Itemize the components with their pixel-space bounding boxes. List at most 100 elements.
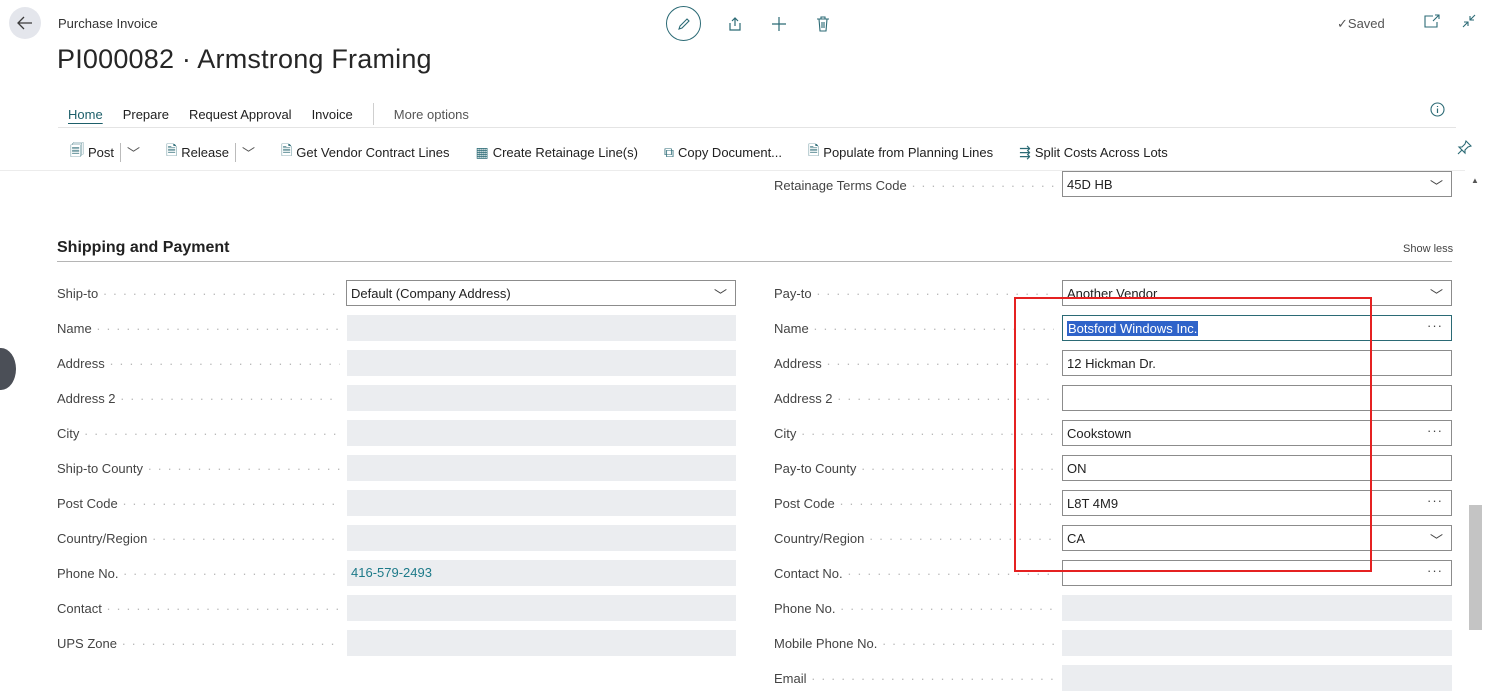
ups-zone-field — [347, 630, 736, 656]
table-icon: ▦ — [475, 143, 489, 160]
ship-phone-value[interactable]: 416-579-2493 — [351, 565, 432, 580]
retainage-terms-code-label: Retainage Terms Code — [774, 178, 1054, 193]
populate-label: Populate from Planning Lines — [823, 144, 994, 160]
action-tabs: Home Prepare Request Approval Invoice Mo… — [68, 103, 469, 125]
scroll-up-icon[interactable]: ▲ — [1471, 176, 1479, 185]
chevron-down-icon[interactable]: ﹀ — [714, 285, 727, 304]
collapse-icon — [1462, 14, 1476, 28]
pay-to-label: Pay-to — [774, 286, 1054, 301]
more-options-button[interactable]: More options — [394, 107, 469, 122]
ship-country-label: Country/Region — [57, 531, 340, 546]
copy-icon: ⧉ — [663, 143, 674, 160]
copy-document-button[interactable]: ⧉ Copy Document... — [664, 144, 782, 161]
open-new-window-button[interactable] — [1424, 14, 1440, 31]
new-button[interactable] — [769, 14, 789, 34]
share-button[interactable] — [725, 14, 745, 34]
pay-name-label: Name — [774, 321, 1054, 336]
pay-mobile-label: Mobile Phone No. — [774, 636, 1054, 651]
tab-invoice[interactable]: Invoice — [312, 107, 353, 122]
back-button[interactable] — [9, 7, 41, 39]
ship-address-field — [347, 350, 736, 376]
section-divider — [57, 261, 1452, 262]
chevron-down-icon[interactable]: ﹀ — [1430, 530, 1443, 549]
split-costs-button[interactable]: ⇶ Split Costs Across Lots — [1019, 144, 1168, 161]
ship-city-label: City — [57, 426, 340, 441]
window-controls — [1424, 14, 1476, 31]
collapse-button[interactable] — [1462, 14, 1476, 31]
split-icon: ⇶ — [1019, 143, 1031, 160]
pay-city-label: City — [774, 426, 1054, 441]
lookup-icon[interactable]: ··· — [1427, 423, 1443, 438]
ship-address2-label: Address 2 — [57, 391, 340, 406]
ship-name-label: Name — [57, 321, 340, 336]
copy-document-label: Copy Document... — [677, 144, 783, 160]
section-title[interactable]: Shipping and Payment — [57, 239, 229, 257]
ship-contact-field — [347, 595, 736, 621]
pay-address-label: Address — [774, 356, 1054, 371]
lookup-icon[interactable]: ··· — [1427, 318, 1443, 333]
trash-icon — [817, 15, 829, 32]
show-less-button[interactable]: Show less — [1403, 243, 1453, 255]
ship-to-label: Ship-to — [57, 286, 340, 301]
create-retainage-lines-button[interactable]: ▦ Create Retainage Line(s) — [475, 144, 637, 161]
pay-country-label: Country/Region — [774, 531, 1054, 546]
info-button[interactable] — [1430, 102, 1445, 120]
edit-button[interactable] — [666, 6, 701, 41]
pay-email-field — [1062, 665, 1452, 691]
pin-button[interactable] — [1457, 139, 1473, 158]
ship-county-label: Ship-to County — [57, 461, 340, 476]
ship-post-code-label: Post Code — [57, 496, 340, 511]
pay-post-code-label: Post Code — [774, 496, 1054, 511]
ship-county-field — [347, 455, 736, 481]
saved-status: ✓Saved — [1337, 16, 1385, 31]
populate-planning-lines-button[interactable]: 🗎 Populate from Planning Lines — [808, 140, 993, 164]
pay-email-label: Email — [774, 671, 1054, 686]
tab-prepare[interactable]: Prepare — [123, 107, 169, 122]
split-costs-label: Split Costs Across Lots — [1034, 144, 1168, 160]
top-actions — [666, 6, 833, 41]
ship-phone-field[interactable]: 416-579-2493 — [347, 560, 736, 586]
info-icon — [1430, 102, 1445, 117]
get-vendor-contract-lines-button[interactable]: 🗎 Get Vendor Contract Lines — [281, 140, 449, 164]
chevron-down-icon[interactable]: ﹀ — [1430, 285, 1443, 304]
retainage-terms-code-field[interactable]: 45D HB ﹀ — [1062, 171, 1452, 197]
delete-button[interactable] — [813, 14, 833, 34]
pay-mobile-field — [1062, 630, 1452, 656]
release-icon: 🗎 — [166, 142, 178, 158]
toolbar: 🗐 Post ﹀ 🗎 Release ﹀ 🗎 Get Vendor Contra… — [70, 140, 1194, 164]
tab-home[interactable]: Home — [68, 107, 103, 122]
scrollbar-thumb[interactable] — [1469, 505, 1482, 630]
ship-post-code-field — [347, 490, 736, 516]
ship-phone-label: Phone No. — [57, 566, 340, 581]
ups-zone-label: UPS Zone — [57, 636, 340, 651]
side-panel-handle[interactable] — [0, 348, 16, 390]
ship-to-field[interactable]: Default (Company Address) ﹀ — [346, 280, 736, 306]
post-button[interactable]: 🗐 Post ﹀ — [70, 140, 140, 164]
toolbar-divider — [58, 127, 1456, 128]
lookup-icon[interactable]: ··· — [1427, 493, 1443, 508]
ship-name-field — [347, 315, 736, 341]
document-icon: 🗎 — [808, 142, 820, 158]
arrow-left-icon — [17, 16, 32, 30]
pin-icon — [1457, 139, 1473, 155]
release-button[interactable]: 🗎 Release ﹀ — [166, 140, 255, 164]
tab-request-approval[interactable]: Request Approval — [189, 107, 292, 122]
highlight-box — [1014, 297, 1372, 572]
ship-contact-label: Contact — [57, 601, 340, 616]
post-label: Post — [88, 144, 115, 160]
pay-phone-label: Phone No. — [774, 601, 1054, 616]
chevron-down-icon[interactable]: ﹀ — [235, 142, 255, 162]
chevron-down-icon[interactable]: ﹀ — [1430, 176, 1443, 195]
ship-address2-field — [347, 385, 736, 411]
post-icon: 🗐 — [70, 142, 84, 158]
chevron-down-icon[interactable]: ﹀ — [120, 142, 140, 162]
retainage-terms-code-value: 45D HB — [1067, 177, 1113, 192]
get-vendor-label: Get Vendor Contract Lines — [296, 144, 450, 160]
lookup-icon[interactable]: ··· — [1427, 563, 1443, 578]
pay-address2-label: Address 2 — [774, 391, 1054, 406]
document-icon: 🗎 — [281, 142, 293, 158]
page-title: PI000082 · Armstrong Framing — [57, 44, 432, 74]
pay-phone-field — [1062, 595, 1452, 621]
open-new-window-icon — [1424, 14, 1440, 28]
share-icon — [729, 16, 741, 31]
